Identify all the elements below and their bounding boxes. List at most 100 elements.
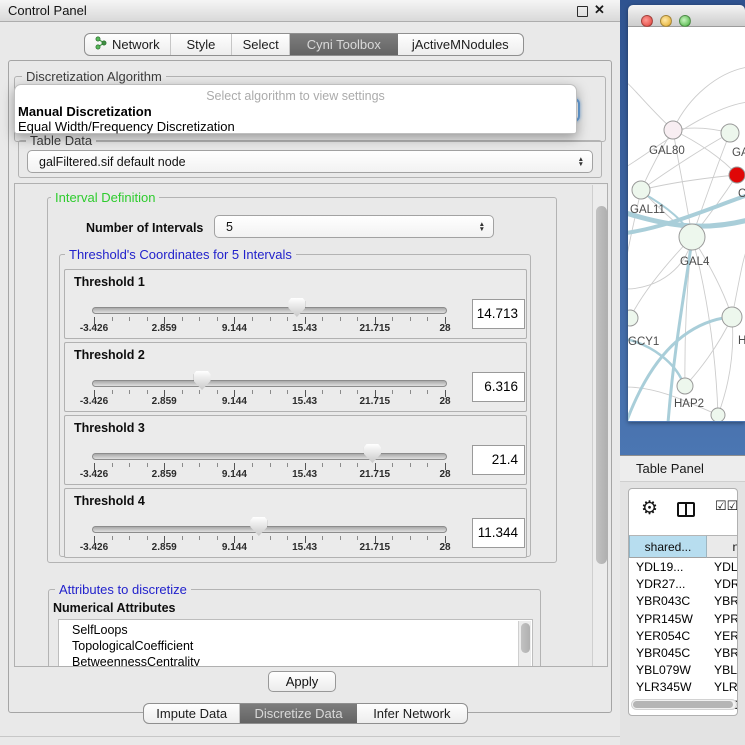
table-row[interactable]: YDR27...YDR27... [629,575,738,593]
threshold-value-field[interactable]: 14.713 [472,299,525,329]
network-canvas[interactable]: GAL80GACGAL11GAL4GCY1HHAP2 [628,27,745,421]
table-row[interactable]: YBL079WYBL079W [629,661,738,679]
dropdown-option-manual-discretization[interactable]: Manual Discretization [18,104,152,119]
slider-track[interactable] [92,526,447,533]
slider-tick [427,390,428,394]
slider-tick [147,463,148,467]
list-scrollbar-track[interactable] [518,621,531,667]
slider-tick [357,463,358,467]
table-row[interactable]: YDL19...YDL19... [629,558,738,576]
slider-track[interactable] [92,453,447,460]
threshold-value-field[interactable]: 11.344 [472,518,525,548]
slider-thumb[interactable] [364,444,381,463]
slider-thumb[interactable] [250,517,267,536]
tab-style[interactable]: Style [171,34,233,55]
number-of-intervals-combo[interactable]: 5 ▲▼ [214,215,494,238]
tab-network[interactable]: Network [85,34,171,55]
table-row[interactable]: YLR345WYLR345W [629,678,738,696]
bottom-tab-bar: Impute DataDiscretize DataInfer Network [143,703,468,724]
slider-tick-label: 15.43 [292,323,317,334]
slider-tick [129,536,130,540]
table-data-label: Table Data [26,133,96,148]
cell-name: YDL19... [707,558,738,576]
slider-tick [182,536,183,540]
cell-shared-name: YBR043C [629,592,707,610]
network-node-ga[interactable] [721,124,739,142]
column-header-name[interactable]: name [707,535,738,558]
network-node-gal11[interactable] [632,181,650,199]
table-hscrollbar-thumb[interactable] [633,701,733,708]
network-node-c[interactable] [729,167,745,183]
tab-cyni-toolbox[interactable]: Cyni Toolbox [290,34,398,55]
node-label: GAL4 [680,256,710,268]
slider-tick [287,390,288,394]
settings-scrollpane: Interval Definition Number of Intervals … [14,183,608,667]
slider-tick [340,317,341,321]
slider-track[interactable] [92,380,447,387]
slider-tick-label: 21.715 [360,396,391,407]
minimize-traffic-light-icon[interactable] [660,15,672,27]
tab-jactivemnodules[interactable]: jActiveMNodules [398,34,523,55]
slider-track[interactable] [92,307,447,314]
network-node-gal4[interactable] [679,224,705,250]
bottom-tab-infer-network[interactable]: Infer Network [357,704,467,723]
table-data-combo[interactable]: galFiltered.sif default node ▲▼ [27,150,593,173]
table-row[interactable]: YPR145WYPR145W [629,610,738,628]
attribute-item-topologicalcoefficient[interactable]: TopologicalCoefficient [72,639,193,653]
slider-tick-label: -3.426 [80,323,108,334]
table-row[interactable]: YBR043CYBR043C [629,592,738,610]
apply-button[interactable]: Apply [268,671,336,692]
network-edge [692,133,730,237]
network-edge [732,247,745,317]
slider-tick-label: 2.859 [152,396,177,407]
close-icon[interactable]: ✕ [594,2,605,18]
pane-scrollbar-track[interactable] [592,185,608,667]
attribute-item-selfloops[interactable]: SelfLoops [72,623,128,637]
slider-tick [392,463,393,467]
network-node-hap2[interactable] [677,378,693,394]
table-panel: ⚙ ☑☑ shared... name YDL19...YDL19...YDR2… [628,488,738,716]
zoom-traffic-light-icon[interactable] [679,15,691,27]
network-edge [628,387,718,415]
columns-icon[interactable] [677,502,695,517]
checkboxes-icon[interactable]: ☑☑ [715,498,738,514]
slider-tick [252,536,253,540]
dropdown-option-equal-width-frequency-discretization[interactable]: Equal Width/Frequency Discretization [18,119,235,134]
slider-tick-label: 15.43 [292,542,317,553]
float-window-icon[interactable] [577,6,588,17]
threshold-value-field[interactable]: 6.316 [472,372,525,402]
list-scrollbar-thumb[interactable] [521,623,530,653]
gear-icon[interactable]: ⚙ [641,499,658,518]
close-traffic-light-icon[interactable] [641,15,653,27]
table-row[interactable]: YBR045CYBR045C [629,644,738,662]
bottom-tab-impute-data[interactable]: Impute Data [144,704,240,723]
numerical-attributes-list[interactable]: SelfLoops TopologicalCoefficient Betweenne… [58,619,533,667]
slider-tick [392,390,393,394]
slider-tick [427,536,428,540]
bottom-tab-discretize-data[interactable]: Discretize Data [240,704,356,723]
pane-scrollbar-thumb[interactable] [596,206,607,564]
slider-thumb[interactable] [288,298,305,317]
network-edge [628,190,641,262]
network-window-titlebar[interactable] [628,5,745,27]
slider-tick [182,390,183,394]
column-header-shared-name[interactable]: shared... [629,535,707,558]
slider-tick [112,390,113,394]
table-hscrollbar-track[interactable] [631,699,737,710]
threshold-value-field[interactable]: 21.4 [472,445,525,475]
slider-tick [217,536,218,540]
table-panel-title: Table Panel [636,461,704,476]
attribute-item-betweennesscentrality[interactable]: BetweennessCentrality [72,655,200,667]
table-row[interactable]: YER054CYER054C [629,627,738,645]
slider-tick [199,536,200,540]
slider-thumb[interactable] [194,371,211,390]
slider-tick-label: 28 [439,469,450,480]
slider-tick [392,317,393,321]
network-node-gcy1[interactable] [628,310,638,326]
slider-tick [357,390,358,394]
network-node-h[interactable] [722,307,742,327]
tab-select[interactable]: Select [232,34,290,55]
tab-label: jActiveMNodules [412,37,509,52]
network-node[interactable] [711,408,725,421]
network-node-gal80[interactable] [664,121,682,139]
